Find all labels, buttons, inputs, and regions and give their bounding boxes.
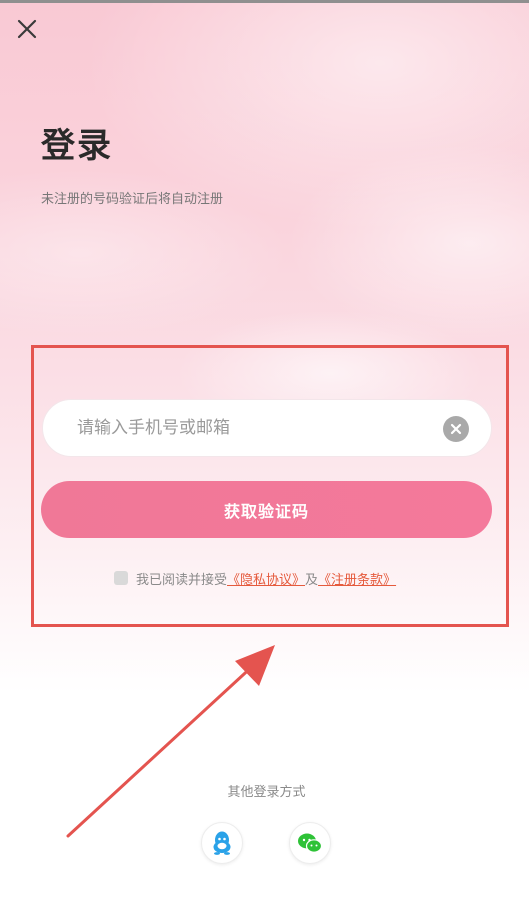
qq-login-button[interactable]: [201, 822, 243, 864]
login-screen: 登录 未注册的号码验证后将自动注册 获取验证码 我已阅读并接受 《隐私协议》 及…: [0, 0, 529, 920]
agreement-conjunction: 及: [305, 572, 319, 588]
other-login-label: 其他登录方式: [227, 785, 306, 800]
close-button[interactable]: [14, 16, 40, 42]
agreement-row: 我已阅读并接受 《隐私协议》 及 《注册条款》: [114, 569, 396, 588]
wechat-icon: [298, 833, 323, 853]
page-title: 登录: [41, 126, 113, 166]
terms-link[interactable]: 《注册条款》: [318, 569, 396, 588]
agreement-checkbox[interactable]: [114, 571, 128, 585]
top-divider: [0, 0, 529, 3]
clear-icon: [450, 423, 462, 435]
clear-button[interactable]: [443, 416, 469, 442]
phone-input[interactable]: [77, 400, 427, 456]
wechat-login-button[interactable]: [289, 822, 331, 864]
qq-icon: [213, 831, 231, 855]
get-code-button[interactable]: 获取验证码: [41, 481, 492, 538]
page-subtitle: 未注册的号码验证后将自动注册: [41, 192, 224, 207]
privacy-link[interactable]: 《隐私协议》: [227, 569, 305, 588]
close-icon: [17, 19, 37, 39]
agreement-text: 我已阅读并接受: [136, 572, 228, 588]
phone-field: [42, 399, 492, 457]
